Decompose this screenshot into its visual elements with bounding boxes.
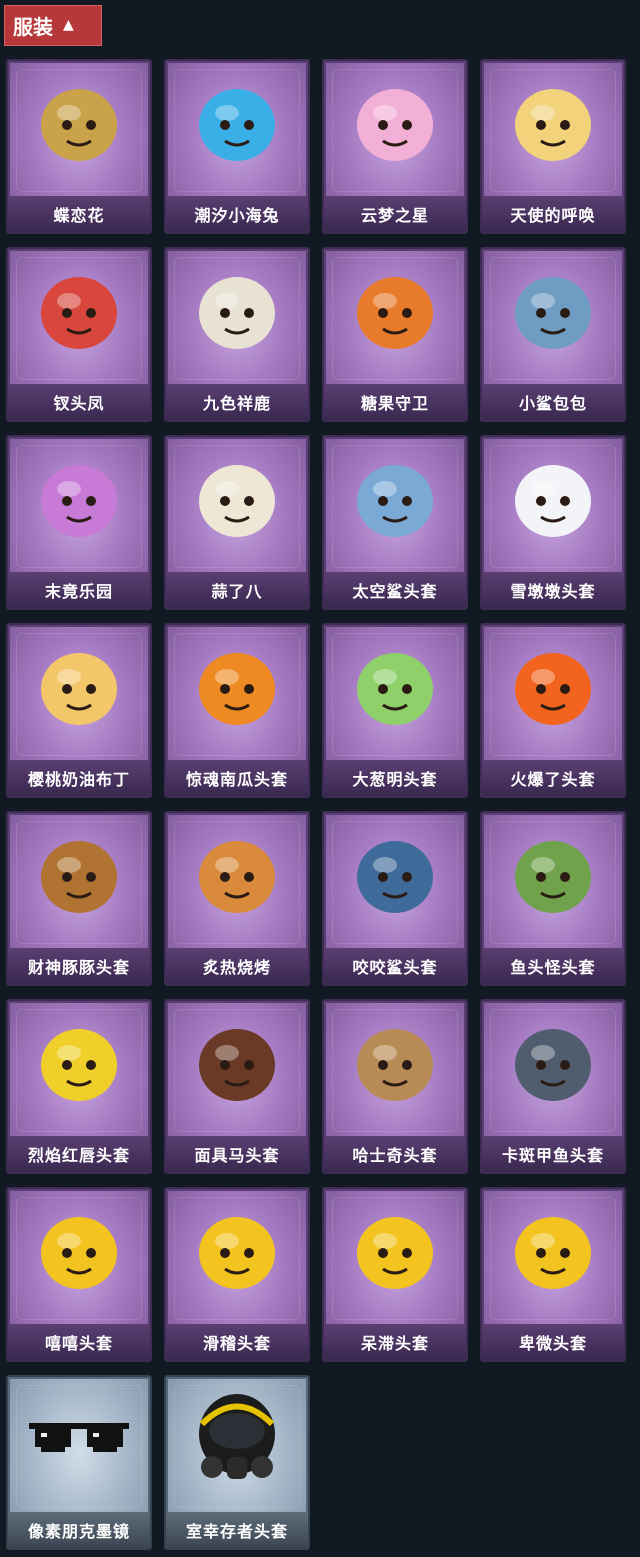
- item-card[interactable]: 蒜了八: [164, 435, 310, 610]
- item-card[interactable]: 像素朋克墨镜: [6, 1375, 152, 1550]
- item-card[interactable]: 末竟乐园: [6, 435, 152, 610]
- item-name-label: 太空鲨头套: [324, 572, 466, 608]
- category-header-clothing[interactable]: 服装 ▲: [4, 5, 102, 46]
- item-card[interactable]: 天使的呼唤: [480, 59, 626, 234]
- item-name-label: 潮汐小海兔: [166, 196, 308, 232]
- item-name-label: 咬咬鲨头套: [324, 948, 466, 984]
- item-card[interactable]: 财神豚豚头套: [6, 811, 152, 986]
- snowman-helmet-icon: [507, 453, 599, 545]
- blue-sea-bunny-icon: [191, 77, 283, 169]
- item-card[interactable]: 云梦之星: [322, 59, 468, 234]
- item-card[interactable]: 室幸存者头套: [164, 1375, 310, 1550]
- item-name-label: 末竟乐园: [8, 572, 150, 608]
- butterfly-flower-crown-icon: [33, 77, 125, 169]
- item-name-label: 雪墩墩头套: [482, 572, 624, 608]
- item-card[interactable]: 樱桃奶油布丁: [6, 623, 152, 798]
- pudding-helmet-icon: [33, 641, 125, 733]
- item-card[interactable]: 烈焰红唇头套: [6, 999, 152, 1174]
- pumpkin-helmet-icon: [191, 641, 283, 733]
- item-name-label: 云梦之星: [324, 196, 466, 232]
- biting-shark-helmet-icon: [349, 829, 441, 921]
- angel-doll-icon: [507, 77, 599, 169]
- item-card[interactable]: 呆滞头套: [322, 1187, 468, 1362]
- item-name-label: 惊魂南瓜头套: [166, 760, 308, 796]
- item-name-label: 呆滞头套: [324, 1324, 466, 1360]
- husky-mask-icon: [349, 1017, 441, 1109]
- item-card[interactable]: 九色祥鹿: [164, 247, 310, 422]
- item-card[interactable]: 火爆了头套: [480, 623, 626, 798]
- item-card[interactable]: 糖果守卫: [322, 247, 468, 422]
- humble-emoji-helmet-icon: [507, 1205, 599, 1297]
- item-card[interactable]: 蝶恋花: [6, 59, 152, 234]
- fire-helmet-icon: [507, 641, 599, 733]
- item-name-label: 糖果守卫: [324, 384, 466, 420]
- item-name-label: 烈焰红唇头套: [8, 1136, 150, 1172]
- item-name-label: 卑微头套: [482, 1324, 624, 1360]
- item-name-label: 面具马头套: [166, 1136, 308, 1172]
- space-shark-helmet-icon: [349, 453, 441, 545]
- scallion-helmet-icon: [349, 641, 441, 733]
- item-name-label: 卡斑甲鱼头套: [482, 1136, 624, 1172]
- chevron-up-icon[interactable]: ▲: [63, 18, 74, 32]
- item-card[interactable]: 钗头凤: [6, 247, 152, 422]
- item-card[interactable]: 卡斑甲鱼头套: [480, 999, 626, 1174]
- bbq-meat-helmet-icon: [191, 829, 283, 921]
- item-card[interactable]: 炙热烧烤: [164, 811, 310, 986]
- dazed-emoji-helmet-icon: [349, 1205, 441, 1297]
- pixel-sunglasses-icon: [29, 1419, 129, 1459]
- pink-hair-doll-icon: [33, 453, 125, 545]
- item-card[interactable]: 哈士奇头套: [322, 999, 468, 1174]
- item-name-label: 大葱明头套: [324, 760, 466, 796]
- item-card[interactable]: 滑稽头套: [164, 1187, 310, 1362]
- item-name-label: 小鲨包包: [482, 384, 624, 420]
- item-name-label: 室幸存者头套: [166, 1512, 308, 1548]
- item-name-label: 鱼头怪头套: [482, 948, 624, 984]
- horse-mask-icon: [191, 1017, 283, 1109]
- item-name-label: 蒜了八: [166, 572, 308, 608]
- item-card[interactable]: 雪墩墩头套: [480, 435, 626, 610]
- gas-mask-helmet-icon: [192, 1389, 282, 1489]
- category-title: 服装: [13, 15, 53, 39]
- item-card[interactable]: 咬咬鲨头套: [322, 811, 468, 986]
- candy-scarecrow-icon: [349, 265, 441, 357]
- item-name-label: 火爆了头套: [482, 760, 624, 796]
- item-card[interactable]: 小鲨包包: [480, 247, 626, 422]
- item-card[interactable]: 大葱明头套: [322, 623, 468, 798]
- item-name-label: 财神豚豚头套: [8, 948, 150, 984]
- grin-emoji-helmet-icon: [33, 1205, 125, 1297]
- item-card[interactable]: 卑微头套: [480, 1187, 626, 1362]
- unicorn-cloud-icon: [349, 77, 441, 169]
- fish-helmet-icon: [507, 1017, 599, 1109]
- item-card[interactable]: 太空鲨头套: [322, 435, 468, 610]
- item-card[interactable]: 鱼头怪头套: [480, 811, 626, 986]
- white-deer-icon: [191, 265, 283, 357]
- item-name-label: 嘻嘻头套: [8, 1324, 150, 1360]
- fish-head-mask-icon: [507, 829, 599, 921]
- smirk-emoji-helmet-icon: [191, 1205, 283, 1297]
- item-name-label: 哈士奇头套: [324, 1136, 466, 1172]
- item-card[interactable]: 潮汐小海兔: [164, 59, 310, 234]
- shark-bag-icon: [507, 265, 599, 357]
- item-name-label: 像素朋克墨镜: [8, 1512, 150, 1548]
- capybara-helmet-icon: [33, 829, 125, 921]
- item-name-label: 炙热烧烤: [166, 948, 308, 984]
- item-name-label: 蝶恋花: [8, 196, 150, 232]
- item-card[interactable]: 嘻嘻头套: [6, 1187, 152, 1362]
- item-name-label: 钗头凤: [8, 384, 150, 420]
- item-name-label: 天使的呼唤: [482, 196, 624, 232]
- item-name-label: 滑稽头套: [166, 1324, 308, 1360]
- item-name-label: 九色祥鹿: [166, 384, 308, 420]
- yellow-mouse-mask-icon: [33, 1017, 125, 1109]
- item-card[interactable]: 面具马头套: [164, 999, 310, 1174]
- item-name-label: 樱桃奶油布丁: [8, 760, 150, 796]
- item-card[interactable]: 惊魂南瓜头套: [164, 623, 310, 798]
- garlic-head-icon: [191, 453, 283, 545]
- phoenix-crown-doll-icon: [33, 265, 125, 357]
